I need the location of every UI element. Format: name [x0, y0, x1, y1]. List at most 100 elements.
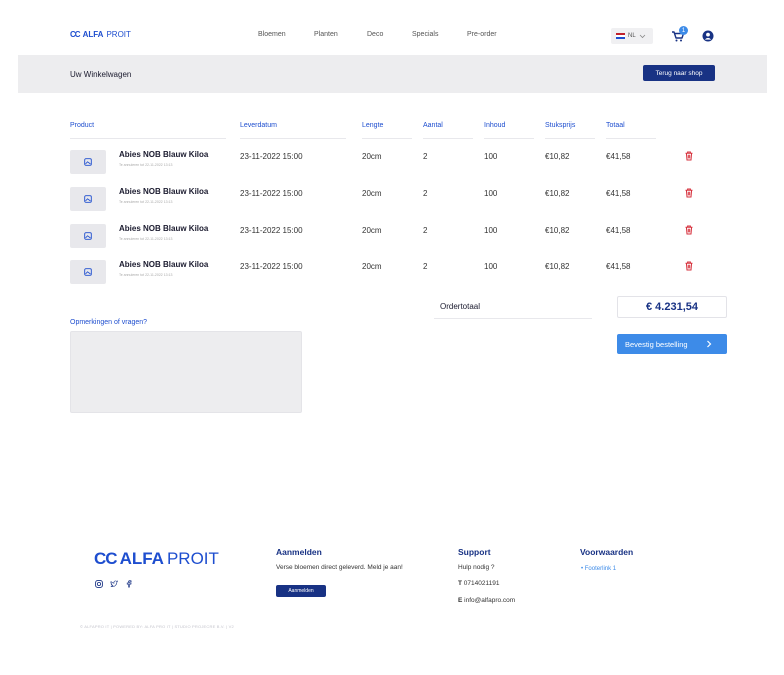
- support-heading: Support: [458, 547, 491, 557]
- image-placeholder-icon: [84, 268, 92, 276]
- header-divider: [70, 138, 226, 139]
- quantity: 2: [423, 189, 428, 198]
- chevron-down-icon: [639, 34, 645, 38]
- signup-heading: Aanmelden: [276, 547, 322, 557]
- logo-text-light: PROIT: [166, 549, 219, 568]
- twitter-icon[interactable]: [110, 580, 118, 588]
- trash-icon[interactable]: [684, 225, 694, 235]
- footer-link-1[interactable]: • Footerlink 1: [581, 566, 616, 572]
- column-header-totaal: Totaal: [606, 122, 625, 129]
- trash-icon[interactable]: [684, 261, 694, 271]
- cancel-deadline: Te annuleren tot 22-11-2022 13:13: [119, 273, 173, 277]
- product-name[interactable]: Abies NOB Blauw Kiloa: [119, 224, 208, 233]
- phone-key: T: [458, 580, 462, 587]
- delivery-date: 23-11-2022 15:00: [240, 152, 303, 161]
- trash-icon[interactable]: [684, 151, 694, 161]
- product-thumbnail: [70, 260, 106, 284]
- page-title: Uw Winkelwagen: [70, 70, 132, 79]
- unit-price: €10,82: [545, 189, 570, 198]
- menu-item-planten[interactable]: Planten: [314, 31, 367, 38]
- image-placeholder-icon: [84, 158, 92, 166]
- back-to-shop-button[interactable]: Terug naar shop: [643, 65, 715, 81]
- unit-price: €10,82: [545, 152, 570, 161]
- column-header-product: Product: [70, 122, 95, 129]
- instagram-icon[interactable]: [95, 580, 103, 588]
- length: 20cm: [362, 262, 382, 271]
- header-divider: [484, 138, 534, 139]
- remarks-label: Opmerkingen of vragen?: [70, 319, 148, 326]
- support-email: E info@alfapro.com: [458, 597, 515, 604]
- delivery-date: 23-11-2022 15:00: [240, 262, 303, 271]
- support-help-text: Hulp nodig ?: [458, 564, 495, 571]
- top-navigation: CC ALFA PROIT Bloemen Planten Deco Specia…: [0, 0, 784, 56]
- remarks-textarea[interactable]: [70, 331, 302, 413]
- header-divider: [423, 138, 473, 139]
- facebook-icon[interactable]: [125, 580, 133, 588]
- product-thumbnail: [70, 150, 106, 174]
- email-key: E: [458, 597, 463, 604]
- footer-brand-logo[interactable]: CC ALFA PROIT: [94, 549, 219, 569]
- order-total-label: Ordertotaal: [440, 302, 481, 311]
- confirm-order-label: Bevestig bestelling: [625, 339, 688, 349]
- column-header-stuksprijs: Stuksprijs: [545, 122, 576, 129]
- signup-text: Verse bloemen direct geleverd. Meld je a…: [276, 564, 403, 571]
- product-thumbnail: [70, 224, 106, 248]
- product-name[interactable]: Abies NOB Blauw Kiloa: [119, 260, 208, 269]
- menu-item-pre-order[interactable]: Pre-order: [467, 31, 507, 38]
- cart-count-badge: 1: [679, 26, 688, 35]
- content: 100: [484, 262, 498, 271]
- brand-logo[interactable]: CC ALFA PROIT: [70, 30, 131, 39]
- table-row: Abies NOB Blauw Kiloa Te annuleren tot 2…: [0, 222, 784, 252]
- cancel-deadline: Te annuleren tot 22-11-2022 13:13: [119, 237, 173, 241]
- length: 20cm: [362, 152, 382, 161]
- copyright-text: © ALFAPRO IT | POWERED BY: ALFA PRO IT |…: [80, 624, 234, 629]
- logo-text-bold: ALFA: [82, 30, 104, 39]
- signup-button[interactable]: Aanmelden: [276, 585, 326, 597]
- header-divider: [362, 138, 412, 139]
- quantity: 2: [423, 262, 428, 271]
- column-header-leverdatum: Leverdatum: [240, 122, 277, 129]
- menu-item-deco[interactable]: Deco: [367, 31, 412, 38]
- delivery-date: 23-11-2022 15:00: [240, 189, 303, 198]
- header-divider: [606, 138, 656, 139]
- menu-item-bloemen[interactable]: Bloemen: [258, 31, 314, 38]
- logo-mark: CC: [70, 30, 81, 39]
- main-menu: Bloemen Planten Deco Specials Pre-order: [258, 31, 507, 38]
- header-divider: [240, 138, 346, 139]
- product-name[interactable]: Abies NOB Blauw Kiloa: [119, 150, 208, 159]
- terms-heading: Voorwaarden: [580, 547, 634, 557]
- confirm-order-button[interactable]: Bevestig bestelling: [617, 334, 727, 354]
- table-row: Abies NOB Blauw Kiloa Te annuleren tot 2…: [0, 185, 784, 215]
- flag-nl-icon: [616, 33, 625, 39]
- content: 100: [484, 226, 498, 235]
- language-selector[interactable]: NL: [611, 28, 653, 44]
- column-header-lengte: Lengte: [362, 122, 384, 129]
- unit-price: €10,82: [545, 262, 570, 271]
- support-phone: T 0714021191: [458, 580, 499, 587]
- unit-price: €10,82: [545, 226, 570, 235]
- row-total: €41,58: [606, 189, 631, 198]
- order-total-value: € 4.231,54: [617, 296, 727, 318]
- social-links: [95, 580, 133, 588]
- order-total-divider: [434, 318, 592, 319]
- content: 100: [484, 152, 498, 161]
- length: 20cm: [362, 226, 382, 235]
- content: 100: [484, 189, 498, 198]
- trash-icon[interactable]: [684, 188, 694, 198]
- row-total: €41,58: [606, 152, 631, 161]
- delivery-date: 23-11-2022 15:00: [240, 226, 303, 235]
- cancel-deadline: Te annuleren tot 22-11-2022 13:13: [119, 163, 173, 167]
- menu-item-specials[interactable]: Specials: [412, 31, 467, 38]
- email-address[interactable]: info@alfapro.com: [464, 597, 515, 604]
- header-divider: [545, 138, 595, 139]
- cancel-deadline: Te annuleren tot 22-11-2022 13:13: [119, 200, 173, 204]
- table-row: Abies NOB Blauw Kiloa Te annuleren tot 2…: [0, 148, 784, 178]
- phone-number[interactable]: 0714021191: [464, 580, 500, 587]
- user-icon[interactable]: [702, 30, 714, 42]
- product-name[interactable]: Abies NOB Blauw Kiloa: [119, 187, 208, 196]
- logo-text-bold: ALFA: [119, 549, 164, 568]
- logo-mark: CC: [94, 549, 118, 568]
- row-total: €41,58: [606, 226, 631, 235]
- chevron-right-icon: [706, 340, 711, 348]
- product-thumbnail: [70, 187, 106, 211]
